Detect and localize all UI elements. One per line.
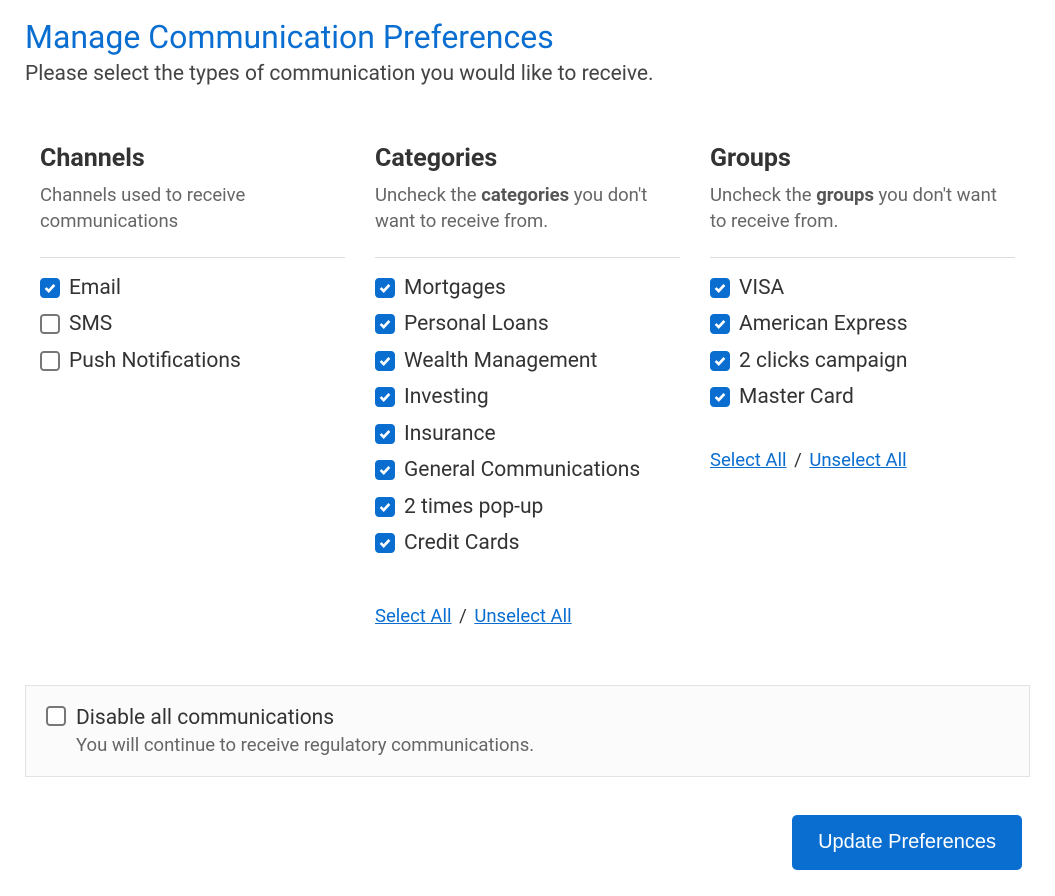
- categories-checkbox[interactable]: [375, 497, 395, 517]
- channels-checkbox[interactable]: [40, 351, 60, 371]
- categories-checkbox[interactable]: [375, 351, 395, 371]
- channels-heading: Channels: [40, 144, 345, 173]
- categories-item[interactable]: General Communications: [375, 458, 680, 482]
- categories-subheading: Uncheck the categories you don't want to…: [375, 183, 680, 258]
- categories-item[interactable]: Mortgages: [375, 276, 680, 300]
- groups-checkbox[interactable]: [710, 387, 730, 407]
- channels-checkbox[interactable]: [40, 278, 60, 298]
- categories-checkbox[interactable]: [375, 460, 395, 480]
- groups-heading: Groups: [710, 144, 1015, 173]
- channels-item[interactable]: Email: [40, 276, 345, 300]
- categories-label: Mortgages: [404, 276, 506, 300]
- groups-sub-bold: groups: [816, 184, 874, 206]
- disable-all-sub: You will continue to receive regulatory …: [76, 734, 534, 756]
- groups-label: American Express: [739, 312, 908, 336]
- channels-checkbox[interactable]: [40, 314, 60, 334]
- disable-all-text: Disable all communications You will cont…: [76, 706, 534, 756]
- channels-item[interactable]: Push Notifications: [40, 349, 345, 373]
- groups-checkbox[interactable]: [710, 278, 730, 298]
- divider: /: [794, 449, 802, 471]
- groups-label: Master Card: [739, 385, 854, 409]
- categories-unselect-all-link[interactable]: Unselect All: [474, 605, 571, 627]
- categories-checkbox[interactable]: [375, 314, 395, 334]
- categories-checkbox[interactable]: [375, 533, 395, 553]
- categories-sub-pre: Uncheck the: [375, 184, 481, 206]
- groups-column: Groups Uncheck the groups you don't want…: [710, 144, 1015, 627]
- channels-subheading: Channels used to receive communications: [40, 183, 345, 258]
- categories-item[interactable]: 2 times pop-up: [375, 495, 680, 519]
- groups-sub-pre: Uncheck the: [710, 184, 816, 206]
- disable-all-label: Disable all communications: [76, 706, 534, 730]
- categories-checkbox[interactable]: [375, 387, 395, 407]
- categories-label: Wealth Management: [404, 349, 597, 373]
- categories-label: General Communications: [404, 458, 640, 482]
- channels-label: Push Notifications: [69, 349, 241, 373]
- categories-select-links: Select All / Unselect All: [375, 605, 680, 627]
- categories-column: Categories Uncheck the categories you do…: [375, 144, 680, 627]
- groups-label: VISA: [739, 276, 784, 300]
- groups-item[interactable]: VISA: [710, 276, 1015, 300]
- groups-select-all-link[interactable]: Select All: [710, 449, 787, 471]
- groups-unselect-all-link[interactable]: Unselect All: [809, 449, 906, 471]
- categories-label: Investing: [404, 385, 489, 409]
- categories-item[interactable]: Insurance: [375, 422, 680, 446]
- groups-select-links: Select All / Unselect All: [710, 449, 1015, 471]
- update-preferences-button[interactable]: Update Preferences: [792, 815, 1022, 870]
- categories-heading: Categories: [375, 144, 680, 173]
- page-subtitle: Please select the types of communication…: [25, 62, 1030, 86]
- groups-checkbox[interactable]: [710, 314, 730, 334]
- channels-item[interactable]: SMS: [40, 312, 345, 336]
- groups-subheading: Uncheck the groups you don't want to rec…: [710, 183, 1015, 258]
- groups-label: 2 clicks campaign: [739, 349, 907, 373]
- groups-checkbox[interactable]: [710, 351, 730, 371]
- divider: /: [459, 605, 467, 627]
- groups-item[interactable]: American Express: [710, 312, 1015, 336]
- groups-item[interactable]: Master Card: [710, 385, 1015, 409]
- categories-item[interactable]: Credit Cards: [375, 531, 680, 555]
- categories-item[interactable]: Investing: [375, 385, 680, 409]
- channels-column: Channels Channels used to receive commun…: [40, 144, 345, 627]
- categories-label: 2 times pop-up: [404, 495, 543, 519]
- categories-label: Personal Loans: [404, 312, 549, 336]
- groups-item[interactable]: 2 clicks campaign: [710, 349, 1015, 373]
- categories-select-all-link[interactable]: Select All: [375, 605, 452, 627]
- categories-sub-bold: categories: [481, 184, 569, 206]
- categories-checkbox[interactable]: [375, 424, 395, 444]
- categories-item[interactable]: Wealth Management: [375, 349, 680, 373]
- disable-all-box: Disable all communications You will cont…: [25, 685, 1030, 777]
- disable-all-checkbox[interactable]: [46, 706, 66, 726]
- categories-item[interactable]: Personal Loans: [375, 312, 680, 336]
- categories-checkbox[interactable]: [375, 278, 395, 298]
- categories-label: Credit Cards: [404, 531, 519, 555]
- footer: Update Preferences: [25, 815, 1030, 870]
- categories-label: Insurance: [404, 422, 496, 446]
- channels-label: Email: [69, 276, 121, 300]
- channels-label: SMS: [69, 312, 112, 336]
- page-title: Manage Communication Preferences: [25, 18, 1030, 56]
